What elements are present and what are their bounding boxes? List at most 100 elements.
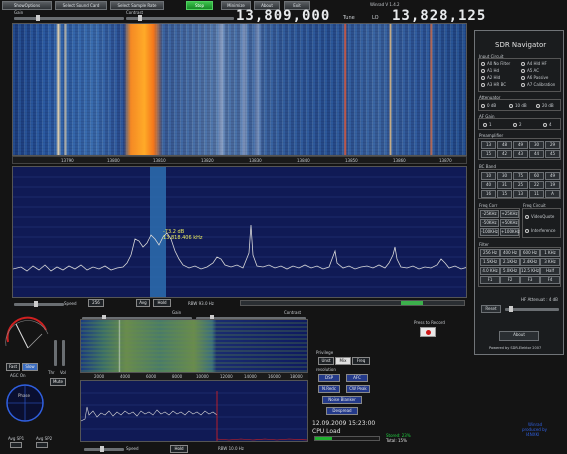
band-button[interactable]: 30 [497, 172, 512, 180]
input-option[interactable]: A7 Calibration [521, 82, 555, 87]
band-button[interactable]: 60 [529, 172, 544, 180]
freq-circuit-option[interactable]: VideoQuote [525, 214, 554, 219]
main-waterfall[interactable] [12, 23, 467, 156]
hf-attenuation-slider[interactable] [505, 306, 559, 312]
avg-sp1-button[interactable] [10, 442, 22, 448]
filter-button[interactable]: Half [540, 267, 560, 275]
filter-button[interactable]: 1 KHz [540, 249, 560, 257]
band-button[interactable]: 15 [497, 190, 512, 198]
freq-corr-button[interactable]: +50KHz [500, 219, 519, 227]
select-sound-card-button[interactable]: Select Sound Card [55, 1, 107, 10]
preamp-button[interactable]: 29 [545, 141, 560, 149]
preamp-button[interactable]: 49 [513, 141, 528, 149]
zoom-selector[interactable]: 256 [88, 299, 104, 307]
filter-button[interactable]: 5.0KHz [500, 267, 520, 275]
band-button[interactable]: 13 [513, 190, 528, 198]
afgain-option[interactable]: 1 [483, 122, 492, 127]
filter-button[interactable]: 12.5 KHz [520, 267, 540, 275]
band-button[interactable]: 75 [513, 172, 528, 180]
mute-button[interactable]: Mute [50, 378, 66, 386]
preamp-button[interactable]: 43 [513, 150, 528, 158]
input-option[interactable]: A0 No Filter [481, 61, 510, 66]
hold-toggle[interactable]: Hold [153, 299, 171, 307]
freq-corr-button[interactable]: -50KHz [480, 219, 499, 227]
filter-button[interactable]: 4.0 KHz [480, 267, 500, 275]
dsp-button[interactable]: DSP [318, 374, 340, 382]
input-option[interactable]: A6 Passive [521, 75, 548, 80]
zoom-spectrum[interactable] [80, 380, 308, 442]
preamp-button[interactable]: 48 [497, 141, 512, 149]
spectrum-display[interactable]: -73.2 dB 13.818.406 kHz [12, 166, 467, 298]
stop-button[interactable]: Stop [186, 1, 213, 10]
select-sample-rate-button[interactable]: Select Sample Rate [110, 1, 164, 10]
input-option[interactable]: A4 Hld HF [521, 61, 547, 66]
preamp-button[interactable]: 44 [529, 150, 544, 158]
preamp-button[interactable]: 13 [481, 141, 496, 149]
band-button[interactable]: 31 [497, 181, 512, 189]
band-button[interactable]: A [545, 190, 560, 198]
attn-option[interactable]: 20 dB [536, 103, 554, 108]
band-button[interactable]: 19 [545, 181, 560, 189]
input-option[interactable]: A2 Hld [481, 75, 500, 80]
afc-button[interactable]: AFC [346, 374, 368, 382]
filter-button[interactable]: 256 Hz [480, 249, 500, 257]
noise-blanker-button[interactable]: Noise Blanker [322, 396, 362, 404]
fast-button[interactable]: Fast [6, 363, 20, 371]
attn-option[interactable]: 10 dB [509, 103, 527, 108]
record-button[interactable] [420, 327, 436, 337]
input-option[interactable]: A1 Hd [481, 68, 499, 73]
band-button[interactable]: 10 [481, 172, 496, 180]
preamp-button[interactable]: 45 [545, 150, 560, 158]
spectrum-scrollbar[interactable] [240, 300, 465, 306]
speed-slider[interactable] [14, 301, 64, 307]
reset-button[interactable]: Reset [481, 305, 501, 313]
band-button[interactable]: 49 [545, 172, 560, 180]
freq-corr-button[interactable]: -25KHz [480, 210, 499, 218]
freq-corr-button[interactable]: -100KHz [480, 228, 499, 236]
mode-unst-button[interactable]: Unst [318, 357, 334, 365]
thr-slider[interactable] [54, 340, 57, 366]
zoom-speed-slider[interactable] [84, 446, 124, 452]
freq-corr-button[interactable]: +100KHz [500, 228, 520, 236]
band-button[interactable]: 40 [481, 181, 496, 189]
despread-button[interactable]: Despread [326, 407, 358, 415]
band-button[interactable]: 25 [513, 181, 528, 189]
vol-slider[interactable] [62, 340, 65, 366]
show-options-button[interactable]: ShowOptions [2, 1, 52, 10]
filter-button[interactable]: F4 [540, 276, 560, 284]
band-button[interactable]: 22 [529, 181, 544, 189]
filter-button[interactable]: 600 Hz [520, 249, 540, 257]
freq-circuit-option[interactable]: Interference [525, 228, 555, 233]
nav-about-button[interactable]: About [499, 331, 539, 341]
filter-button[interactable]: F3 [520, 276, 540, 284]
avg-toggle[interactable]: Avg [136, 299, 150, 307]
mode-mix-button[interactable]: Mix [335, 357, 351, 365]
band-button[interactable]: 11 [529, 190, 544, 198]
gain-slider[interactable] [14, 15, 124, 21]
preamp-button[interactable]: 30 [529, 141, 544, 149]
tune-frequency-display[interactable]: 13,809,000 [236, 8, 330, 24]
zoom-waterfall[interactable] [80, 319, 308, 373]
attn-option[interactable]: 0 dB [481, 103, 496, 108]
mode-freq-button[interactable]: Freq [352, 357, 370, 365]
zoom-hold-toggle[interactable]: Hold [170, 445, 188, 453]
lo-frequency-display[interactable]: 13,828,125 [392, 8, 486, 24]
cw-peak-button[interactable]: CW Peak [346, 385, 370, 393]
afgain-option[interactable]: 4 [543, 122, 552, 127]
freq-corr-button[interactable]: +25KHz [500, 210, 519, 218]
filter-button[interactable]: 400 Hz [500, 249, 520, 257]
input-option[interactable]: A5 AC [521, 68, 539, 73]
filter-button[interactable]: 1.5KHz [480, 258, 500, 266]
filter-button[interactable]: F1 [480, 276, 500, 284]
nredc-button[interactable]: N.Redc [318, 385, 340, 393]
filter-button[interactable]: 3 KHz [540, 258, 560, 266]
input-option[interactable]: A3 HR BC [481, 82, 506, 87]
preamp-button[interactable]: 42 [497, 150, 512, 158]
filter-button[interactable]: 2.4KHz [520, 258, 540, 266]
slow-button[interactable]: Slow [22, 363, 38, 371]
band-button[interactable]: 16 [481, 190, 496, 198]
preamp-button[interactable]: 15 [481, 150, 496, 158]
avg-sp2-button[interactable] [36, 442, 48, 448]
filter-button[interactable]: F2 [500, 276, 520, 284]
contrast-slider[interactable] [126, 15, 234, 21]
